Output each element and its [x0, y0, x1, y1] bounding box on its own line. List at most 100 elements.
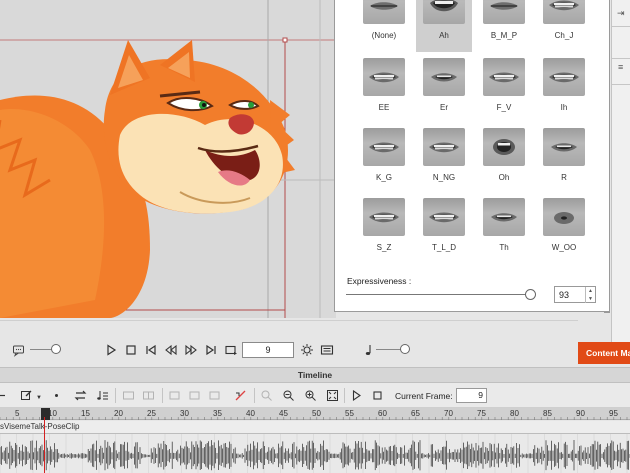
- mouth-icon: [490, 2, 518, 10]
- record-dot-icon[interactable]: [50, 389, 63, 402]
- mouth-icon: [551, 143, 577, 152]
- align-center-icon: [188, 389, 201, 402]
- ruler-label: 50: [312, 409, 321, 418]
- mouth-thumbnail: [423, 198, 465, 236]
- mouth-thumbnail: [483, 128, 525, 166]
- viseme-t-l-d[interactable]: T_L_D: [416, 196, 472, 262]
- ruler-label: 70: [444, 409, 453, 418]
- loop-icon[interactable]: [224, 343, 238, 357]
- music-note-icon[interactable]: [362, 343, 376, 357]
- mouth-icon: [549, 72, 579, 83]
- transition-icon[interactable]: [234, 389, 247, 402]
- fit-icon[interactable]: [326, 389, 339, 402]
- ruler-label: 30: [180, 409, 189, 418]
- zoom-in-icon[interactable]: [304, 389, 317, 402]
- expressiveness-spinbox[interactable]: 93 ▲ ▼: [554, 286, 596, 303]
- mouth-icon: [489, 72, 519, 83]
- viseme-k-g[interactable]: K_G: [356, 126, 412, 192]
- ruler-label: 80: [510, 409, 519, 418]
- skip-end-icon[interactable]: [204, 343, 218, 357]
- mouth-icon: [431, 73, 457, 82]
- ruler-label: 15: [81, 409, 90, 418]
- spin-up-icon[interactable]: ▲: [585, 287, 595, 295]
- stage-viewport[interactable]: [0, 0, 336, 318]
- ruler-label: 65: [411, 409, 420, 418]
- clip-label: sVisemeTalk-PoseClip: [0, 422, 80, 431]
- undo-icon[interactable]: [0, 389, 9, 402]
- viseme-ah[interactable]: Ah: [416, 0, 472, 52]
- settings-sun-icon[interactable]: [300, 343, 314, 357]
- music-list-icon[interactable]: [96, 389, 109, 402]
- viseme-s-z[interactable]: S_Z: [356, 196, 412, 262]
- voice-slider-handle[interactable]: [51, 344, 61, 354]
- timeline-toolbar: ▼ Current Frame: 9: [0, 383, 630, 408]
- current-frame-field[interactable]: 9: [456, 388, 487, 403]
- ruler-label: 5: [15, 409, 20, 418]
- mouth-thumbnail: [363, 198, 405, 236]
- subtitle-icon[interactable]: [320, 343, 334, 357]
- viseme-label: N_NG: [432, 173, 456, 182]
- track-row[interactable]: sVisemeTalk-PoseClip: [0, 421, 630, 434]
- timeline-stop-icon[interactable]: [371, 389, 384, 402]
- viseme-f-v[interactable]: F_V: [476, 56, 532, 122]
- viseme-label: T_L_D: [431, 243, 456, 252]
- current-frame-label: Current Frame:: [395, 391, 453, 401]
- mouth-icon: [369, 212, 399, 223]
- expressiveness-value[interactable]: 93: [559, 290, 569, 300]
- viseme-oh[interactable]: Oh: [476, 126, 532, 192]
- viseme-none[interactable]: (None): [356, 0, 412, 52]
- chat-icon[interactable]: [12, 343, 26, 357]
- ruler-label: 35: [213, 409, 222, 418]
- audio-waveform[interactable]: [0, 434, 630, 473]
- viseme-ih[interactable]: Ih: [536, 56, 592, 122]
- rewind-icon[interactable]: [164, 343, 178, 357]
- viseme-th[interactable]: Th: [476, 196, 532, 262]
- mouth-thumbnail: [483, 58, 525, 96]
- edit-icon[interactable]: [20, 389, 33, 402]
- zoom-out-icon[interactable]: [282, 389, 295, 402]
- expressiveness-slider-handle[interactable]: [525, 289, 536, 300]
- viseme-label: W_OO: [551, 243, 577, 252]
- waveform-graphic: [0, 434, 630, 473]
- playhead-line: [44, 417, 45, 473]
- timeline-play-icon[interactable]: [350, 389, 363, 402]
- cat-character[interactable]: [0, 0, 336, 318]
- expressiveness-slider-track[interactable]: [346, 294, 534, 295]
- stop-icon[interactable]: [124, 343, 138, 357]
- viseme-er[interactable]: Er: [416, 56, 472, 122]
- playhead-handle[interactable]: [41, 408, 50, 420]
- mouth-thumbnail: [543, 58, 585, 96]
- divider: [115, 388, 116, 403]
- spin-down-icon[interactable]: ▼: [585, 295, 595, 303]
- dock-menu-icon[interactable]: ≡: [618, 62, 623, 72]
- viseme-w-oo[interactable]: W_OO: [536, 196, 592, 262]
- resize-grip-icon[interactable]: [604, 307, 610, 313]
- viseme-label: Ah: [439, 31, 449, 40]
- dock-arrow-icon[interactable]: ⇥: [617, 8, 625, 19]
- mouth-thumbnail: [483, 0, 525, 24]
- swap-icon[interactable]: [74, 389, 87, 402]
- timeline-title: Timeline: [0, 367, 630, 383]
- viseme-b-m-p[interactable]: B_M_P: [476, 0, 532, 52]
- music-slider-handle[interactable]: [400, 344, 410, 354]
- viseme-panel: (None) Ah B_M_P Ch_J EE Er F_V Ih K_G N_NG Oh R S_Z T…: [334, 0, 610, 312]
- timeline-ruler[interactable]: 5 10 15 20 25 30 35 40 45 50 55 60 65 70 75 80 85 90 95: [0, 408, 630, 420]
- viseme-r[interactable]: R: [536, 126, 592, 192]
- align-left-icon: [168, 389, 181, 402]
- mouth-thumbnail: [423, 0, 465, 24]
- ruler-label: 85: [543, 409, 552, 418]
- play-icon[interactable]: [104, 343, 118, 357]
- fast-forward-icon[interactable]: [184, 343, 198, 357]
- mouth-thumbnail: [363, 58, 405, 96]
- mouth-thumbnail: [543, 128, 585, 166]
- chevron-down-icon[interactable]: ▼: [36, 395, 42, 401]
- ruler-label: 90: [576, 409, 585, 418]
- viseme-ch-j[interactable]: Ch_J: [536, 0, 592, 52]
- content-manager-tab[interactable]: Content Manager: [578, 342, 630, 364]
- ruler-label: 55: [345, 409, 354, 418]
- align-right-icon: [208, 389, 221, 402]
- skip-start-icon[interactable]: [144, 343, 158, 357]
- playback-frame-field[interactable]: 9: [242, 342, 294, 358]
- viseme-n-ng[interactable]: N_NG: [416, 126, 472, 192]
- viseme-ee[interactable]: EE: [356, 56, 412, 122]
